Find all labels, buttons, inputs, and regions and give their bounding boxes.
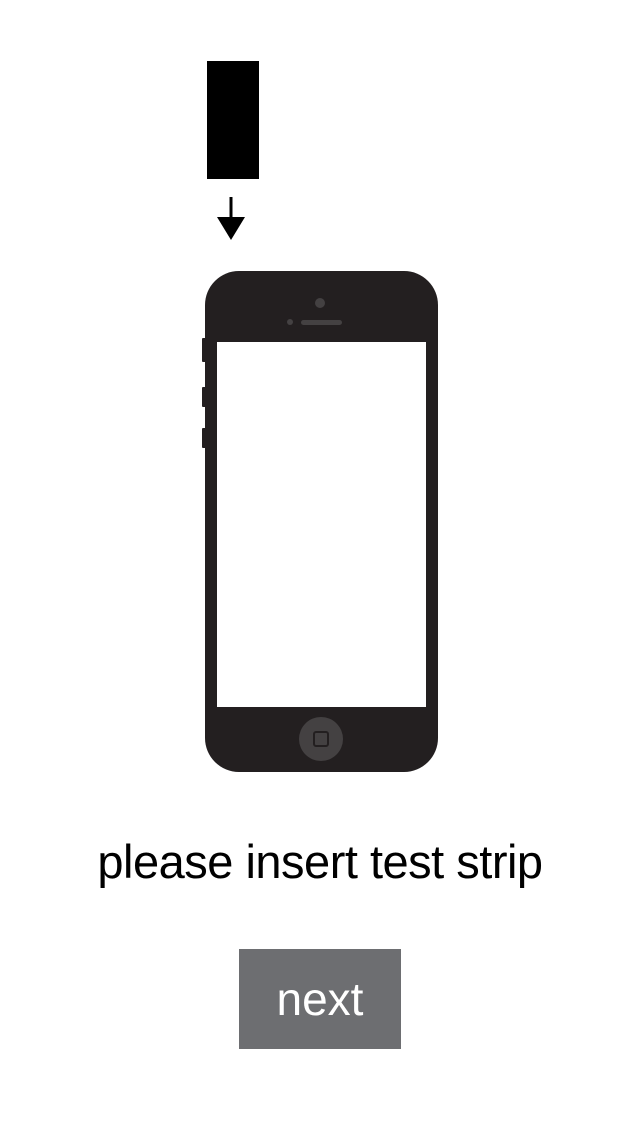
home-button-icon — [299, 717, 343, 761]
instruction-text: please insert test strip — [97, 835, 543, 888]
phone-sensor — [287, 319, 293, 325]
next-button-label: next — [276, 973, 364, 1025]
arrow-down-icon — [217, 197, 245, 240]
phone-speaker — [301, 320, 342, 325]
phone-camera — [315, 298, 325, 308]
phone-screen — [217, 342, 426, 707]
smartphone-icon — [202, 271, 438, 772]
next-button[interactable]: next — [239, 949, 401, 1049]
test-strip-icon — [207, 61, 259, 179]
insert-strip-illustration — [202, 61, 438, 772]
